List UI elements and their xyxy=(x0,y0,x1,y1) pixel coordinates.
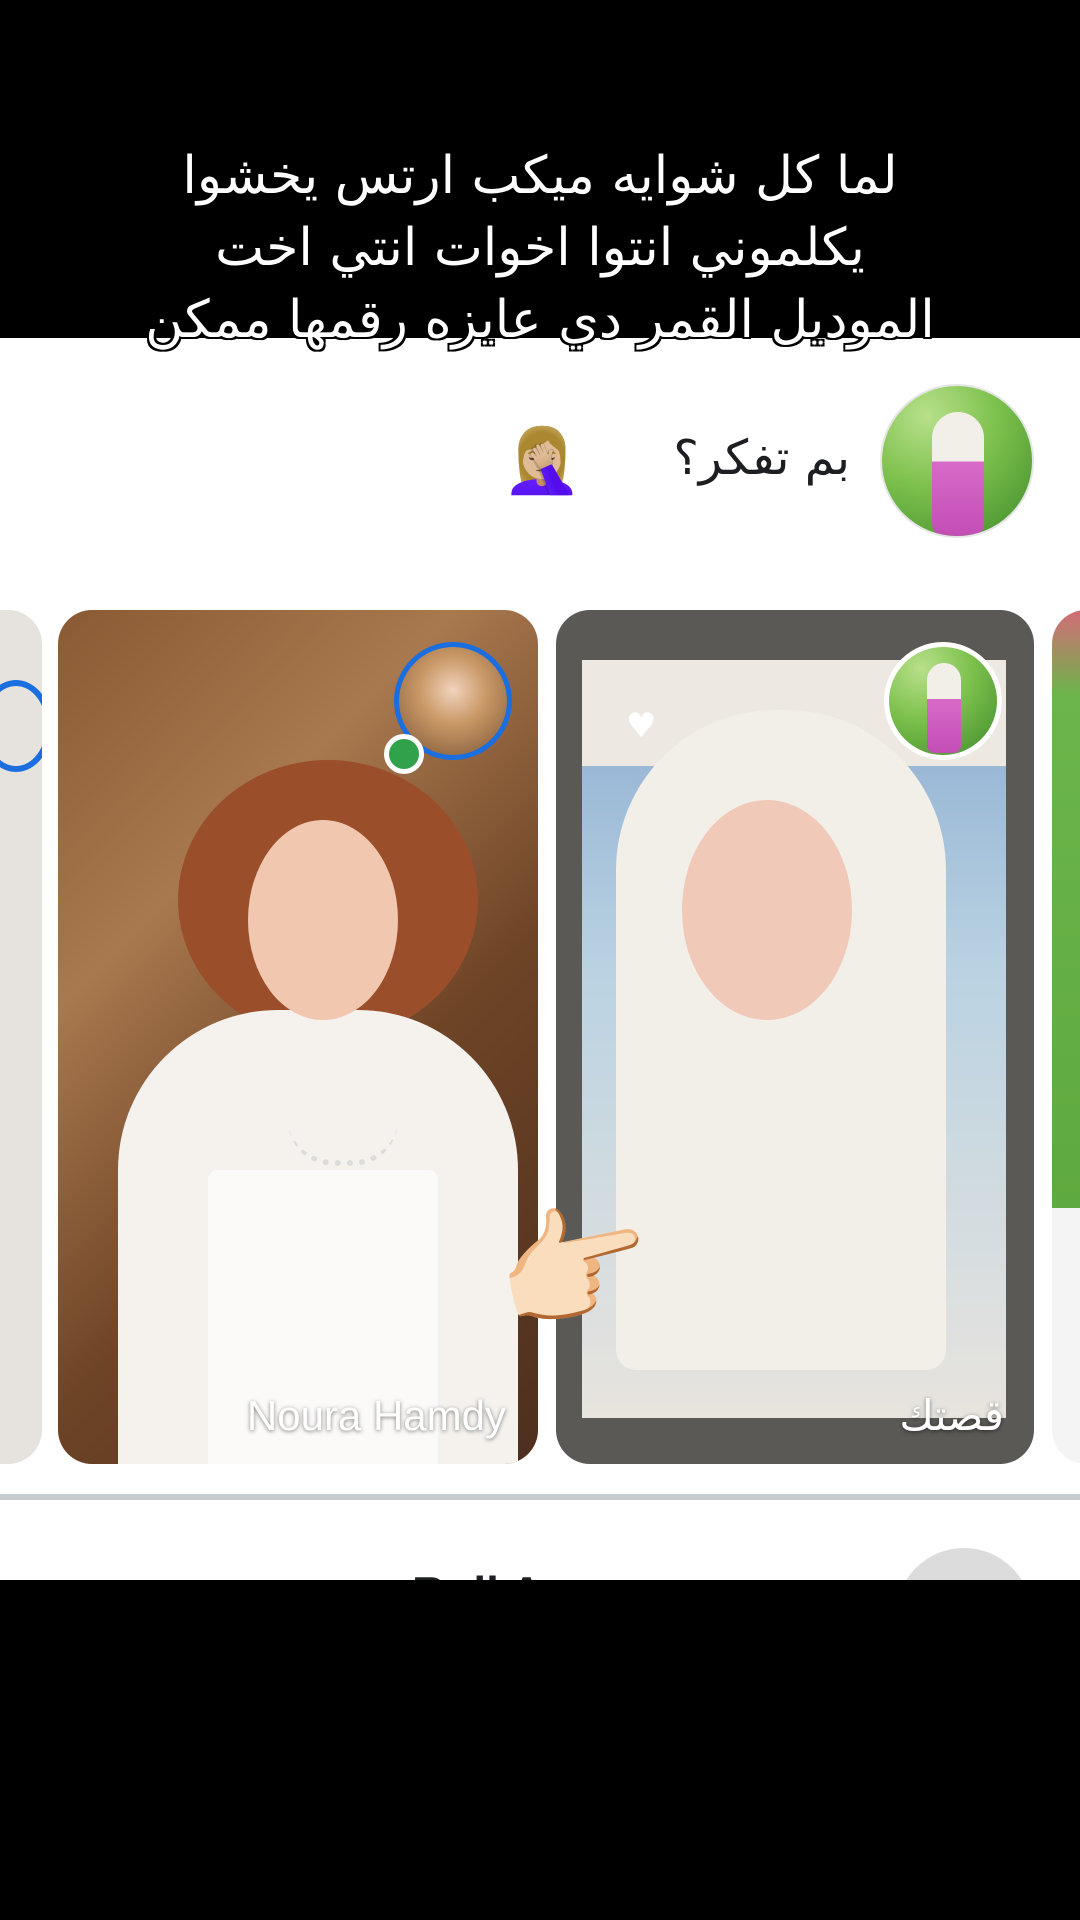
story-photo-face xyxy=(682,800,852,1020)
story-author-name: Noura Hamdy xyxy=(246,1392,506,1439)
next-post-title: R di A xyxy=(412,1566,543,1580)
heart-dove-icon: ♥ xyxy=(626,706,657,746)
next-post-avatar[interactable] xyxy=(896,1548,1032,1580)
avatar-figure xyxy=(927,663,961,753)
story-card-partial-right[interactable] xyxy=(1052,610,1080,1464)
caption-line-3: الموديل القمر دي عايزه رقمها ممكن xyxy=(145,290,935,350)
avatar-figure xyxy=(932,412,984,536)
story-card-noura[interactable]: Noura Hamdy xyxy=(58,610,538,1464)
story-card-partial-left[interactable] xyxy=(0,610,42,1464)
pointing-hand-icon: 👉🏻 xyxy=(480,1178,668,1357)
online-status-icon xyxy=(384,734,424,774)
facepalm-emoji-sticker: 🤦🏼‍♀️ xyxy=(502,424,582,498)
bottom-black-band xyxy=(0,1580,1080,1920)
facebook-feed: بم تفكر؟ 🤦🏼‍♀️ Noura Hamdy ♥ قصتك 👉🏻 R d… xyxy=(0,338,1080,1580)
caption-line-2: يكلموني انتوا اخوات انتي اخت xyxy=(215,218,865,278)
story-card-own[interactable]: ♥ قصتك xyxy=(556,610,1034,1464)
own-story-avatar xyxy=(884,642,1002,760)
story-ring xyxy=(0,680,42,772)
section-divider xyxy=(0,1494,1080,1500)
story-photo-face xyxy=(248,820,398,1020)
caption-line-1: لما كل شوايه ميكب ارتس يخشوا xyxy=(182,146,898,206)
composer-input[interactable]: بم تفكر؟ xyxy=(673,430,850,486)
video-caption: لما كل شوايه ميكب ارتس يخشوا يكلموني انت… xyxy=(120,140,960,356)
your-story-label: قصتك xyxy=(899,1391,1004,1440)
composer-avatar[interactable] xyxy=(880,384,1034,538)
